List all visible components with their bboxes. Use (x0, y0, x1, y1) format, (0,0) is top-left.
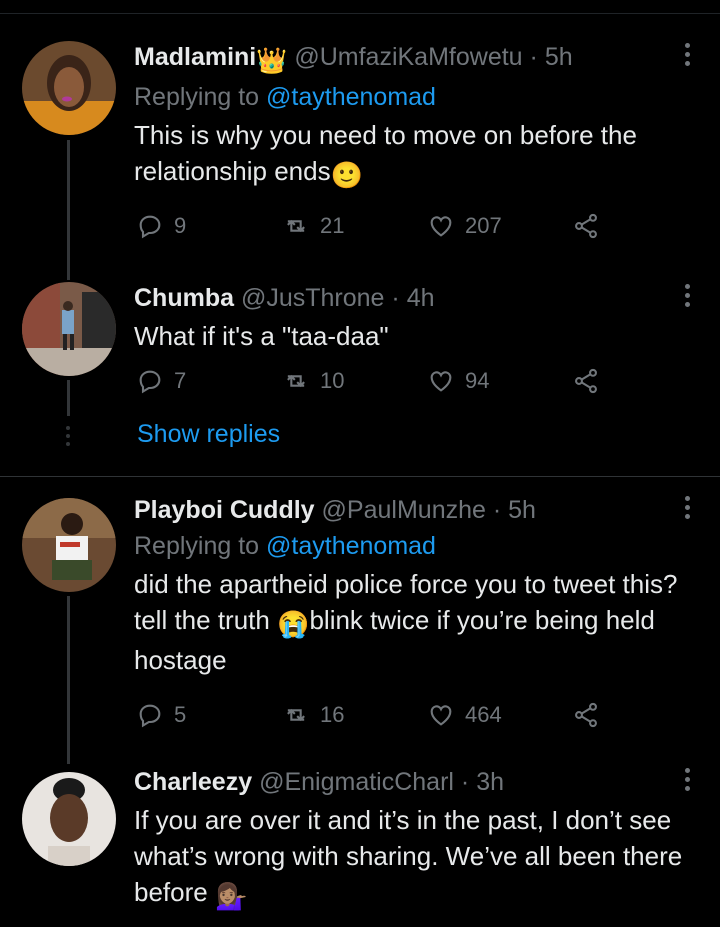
reply-button[interactable]: 7 (136, 366, 186, 396)
retweet-icon (287, 219, 305, 233)
retweet-count: 21 (320, 213, 345, 238)
separator-dot: · (460, 768, 470, 796)
display-name[interactable]: Chumba (134, 284, 234, 312)
tweet-header: Playboi Cuddly @PaulMunzhe · 5h (134, 494, 690, 526)
replying-prefix: Replying to (134, 532, 267, 560)
replying-to: Replying to @taythenomad (134, 530, 690, 562)
retweet-count: 16 (320, 702, 345, 727)
separator-dot: · (391, 284, 400, 312)
share-button[interactable] (572, 211, 610, 241)
timestamp[interactable]: 5h (545, 43, 573, 71)
retweet-count: 10 (320, 368, 345, 393)
display-name[interactable]: Charleezy (134, 768, 252, 796)
show-replies-link[interactable]: Show replies (137, 420, 280, 449)
avatar[interactable] (22, 498, 116, 592)
avatar[interactable] (22, 772, 116, 866)
more-options-icon[interactable] (682, 43, 692, 67)
smile-emoji: 🙂 (330, 160, 363, 190)
tweet-actions: 9 21 207 (134, 211, 614, 241)
handle[interactable]: @JusThrone (241, 284, 385, 312)
like-count: 94 (465, 368, 490, 393)
heart-icon (430, 371, 452, 392)
reply-button[interactable]: 9 (136, 211, 186, 241)
reply-count: 9 (174, 213, 187, 238)
share-icon (575, 368, 597, 394)
tweet-text: This is why you need to move on before t… (134, 117, 690, 193)
tweet-actions: 7 10 94 (134, 366, 614, 396)
reply-count: 7 (174, 368, 187, 393)
thread-dots (66, 426, 71, 450)
heart-icon (430, 705, 452, 726)
handle[interactable]: @PaulMunzhe (322, 496, 486, 524)
retweet-icon (287, 374, 305, 388)
handle[interactable]: @UmfaziKaMfowetu (294, 43, 522, 71)
like-button[interactable]: 207 (427, 211, 502, 241)
more-options-icon[interactable] (682, 284, 692, 308)
tweet-text: did the apartheid police force you to tw… (134, 566, 690, 678)
tweet-header: Madlamini👑 @UmfaziKaMfowetu · 5h (134, 41, 690, 77)
timestamp[interactable]: 5h (508, 496, 536, 524)
tweet-header: Chumba @JusThrone · 4h (134, 282, 690, 314)
reply-count: 5 (174, 702, 187, 727)
share-button[interactable] (572, 366, 610, 396)
like-button[interactable]: 464 (427, 700, 502, 730)
like-button[interactable]: 94 (427, 366, 489, 396)
tweet-header: Charleezy @EnigmaticCharl · 3h (134, 766, 690, 798)
timestamp[interactable]: 4h (407, 284, 435, 312)
section-divider (0, 476, 720, 477)
reply-button[interactable]: 5 (136, 700, 186, 730)
share-icon (575, 702, 597, 728)
separator-dot: · (492, 496, 502, 524)
tweet-text-content: This is why you need to move on before t… (134, 120, 637, 186)
retweet-icon (287, 708, 305, 722)
crying-emoji: 😭 (277, 609, 310, 639)
like-count: 207 (465, 213, 502, 238)
more-options-icon[interactable] (682, 496, 692, 520)
display-name[interactable]: Madlamini (134, 43, 256, 71)
reply-icon (139, 215, 161, 239)
heart-icon (430, 216, 452, 237)
retweet-button[interactable]: 21 (282, 211, 344, 241)
share-button[interactable] (572, 700, 610, 730)
tweet-text: If you are over it and it’s in the past,… (134, 802, 690, 914)
retweet-button[interactable]: 16 (282, 700, 344, 730)
top-divider (0, 13, 720, 14)
tipping-hand-emoji: 💁🏽‍♀️ (214, 881, 248, 911)
avatar[interactable] (22, 282, 116, 376)
retweet-button[interactable]: 10 (282, 366, 344, 396)
tweet-charleezy[interactable]: Charleezy @EnigmaticCharl · 3h If you ar… (0, 766, 720, 927)
handle[interactable]: @EnigmaticCharl (259, 768, 454, 796)
like-count: 464 (465, 702, 502, 727)
crown-emoji: 👑 (256, 47, 288, 75)
reply-icon (139, 704, 161, 728)
more-options-icon[interactable] (682, 768, 692, 792)
mention-link[interactable]: @taythenomad (266, 83, 436, 111)
display-name[interactable]: Playboi Cuddly (134, 496, 315, 524)
tweet-actions: 5 16 464 (134, 700, 614, 730)
mention-link[interactable]: @taythenomad (266, 532, 436, 560)
reply-icon (139, 370, 161, 394)
separator-dot: · (529, 43, 538, 71)
replying-to: Replying to @taythenomad (134, 81, 690, 113)
share-icon (575, 213, 597, 239)
replying-prefix: Replying to (134, 83, 267, 111)
tweet-text: What if it's a "taa-daa" (134, 321, 389, 351)
avatar[interactable] (22, 41, 116, 135)
timestamp[interactable]: 3h (476, 768, 504, 796)
tweet-playboi-cuddly[interactable]: Playboi Cuddly @PaulMunzhe · 5h Replying… (0, 494, 720, 734)
